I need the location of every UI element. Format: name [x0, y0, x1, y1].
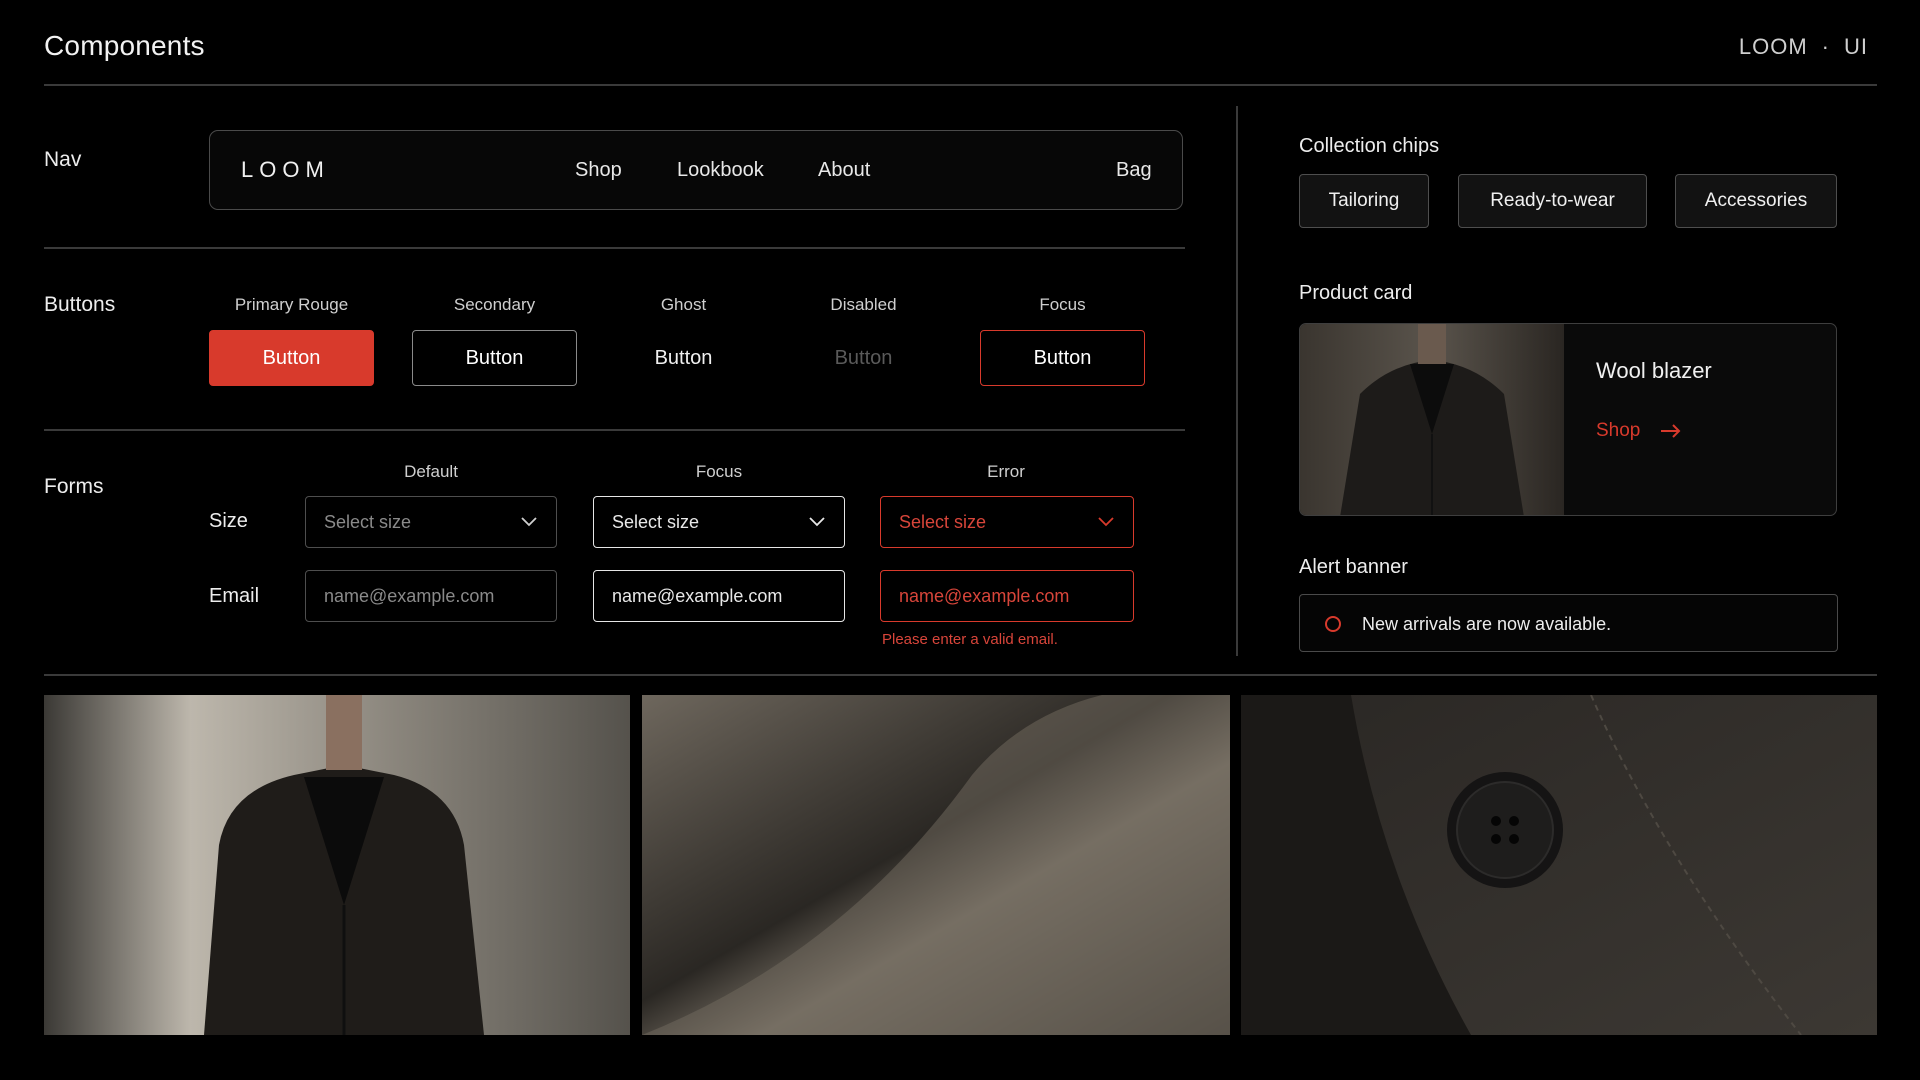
- nav-logo[interactable]: LOOM: [241, 157, 330, 183]
- header-divider: [44, 84, 1877, 86]
- email-input-focus[interactable]: name@example.com: [593, 570, 845, 622]
- section-label-alert: Alert banner: [1299, 556, 1408, 578]
- product-name: Wool blazer: [1596, 358, 1712, 383]
- section-label-chips: Collection chips: [1299, 135, 1440, 157]
- nav-divider: [44, 247, 1185, 249]
- product-shop-link[interactable]: Shop: [1596, 420, 1682, 442]
- size-select-focus-value: Select size: [612, 511, 700, 532]
- section-label-nav: Nav: [44, 148, 82, 171]
- arrow-right-icon: [1661, 424, 1681, 438]
- chevron-down-icon: [1098, 517, 1114, 527]
- brand-suffix: UI: [1844, 34, 1868, 59]
- chip-tailoring[interactable]: Tailoring: [1299, 174, 1429, 228]
- gallery-image-fabric: [642, 695, 1230, 1035]
- email-input-error[interactable]: name@example.com: [880, 570, 1134, 622]
- buttons-divider: [44, 429, 1185, 431]
- caption-disabled: Disabled: [830, 295, 897, 314]
- size-select-focus[interactable]: Select size: [593, 496, 845, 548]
- nav-link-lookbook[interactable]: Lookbook: [677, 159, 764, 182]
- product-card[interactable]: Wool blazer Shop: [1299, 323, 1837, 516]
- email-label: Email: [209, 585, 260, 607]
- section-label-product-card: Product card: [1299, 282, 1413, 304]
- alert-circle-icon: [1325, 616, 1341, 632]
- gallery-divider: [44, 674, 1877, 676]
- ghost-button[interactable]: Button: [601, 330, 766, 386]
- chevron-down-icon: [521, 517, 537, 527]
- column-divider: [1236, 106, 1238, 656]
- brand-name: LOOM: [1738, 34, 1808, 59]
- caption-focus: Focus: [1039, 295, 1086, 314]
- column-focus: Focus: [695, 462, 743, 481]
- product-shop-label: Shop: [1596, 420, 1641, 441]
- product-image: [1300, 324, 1564, 515]
- email-input-default[interactable]: name@example.com: [305, 570, 557, 622]
- gallery-image-button-detail: [1241, 695, 1877, 1035]
- caption-ghost: Ghost: [660, 295, 707, 314]
- size-select-error-value: Select size: [899, 511, 987, 532]
- section-label-buttons: Buttons: [44, 293, 116, 316]
- email-error-message: Please enter a valid email.: [882, 631, 1058, 648]
- primary-button[interactable]: Button: [209, 330, 374, 386]
- alert-banner: New arrivals are now available.: [1299, 594, 1838, 652]
- column-error: Error: [987, 462, 1025, 481]
- size-select-default-value: Select size: [324, 511, 412, 532]
- nav-link-about[interactable]: About: [818, 159, 870, 182]
- nav-bar: LOOM Shop Lookbook About Bag: [209, 130, 1183, 210]
- nav-link-bag[interactable]: Bag: [1116, 159, 1152, 182]
- focus-button[interactable]: Button: [980, 330, 1145, 386]
- chip-accessories[interactable]: Accessories: [1675, 174, 1837, 228]
- size-select-error[interactable]: Select size: [880, 496, 1134, 548]
- column-default: Default: [404, 462, 458, 481]
- size-select-default[interactable]: Select size: [305, 496, 557, 548]
- disabled-button: Button: [834, 346, 893, 369]
- chevron-down-icon: [809, 517, 825, 527]
- gallery-image-model: [44, 695, 630, 1035]
- size-label: Size: [209, 510, 248, 532]
- brand-separator: ·: [1821, 34, 1830, 59]
- secondary-button[interactable]: Button: [412, 330, 577, 386]
- caption-primary: Primary Rouge: [234, 295, 349, 314]
- brand-tag: LOOM · UI: [1739, 34, 1868, 60]
- page-title: Components: [44, 30, 205, 61]
- caption-secondary: Secondary: [453, 295, 536, 314]
- section-label-forms: Forms: [44, 475, 104, 498]
- alert-message: New arrivals are now available.: [1362, 614, 1612, 634]
- nav-link-shop[interactable]: Shop: [575, 159, 622, 182]
- chip-ready-to-wear[interactable]: Ready-to-wear: [1458, 174, 1647, 228]
